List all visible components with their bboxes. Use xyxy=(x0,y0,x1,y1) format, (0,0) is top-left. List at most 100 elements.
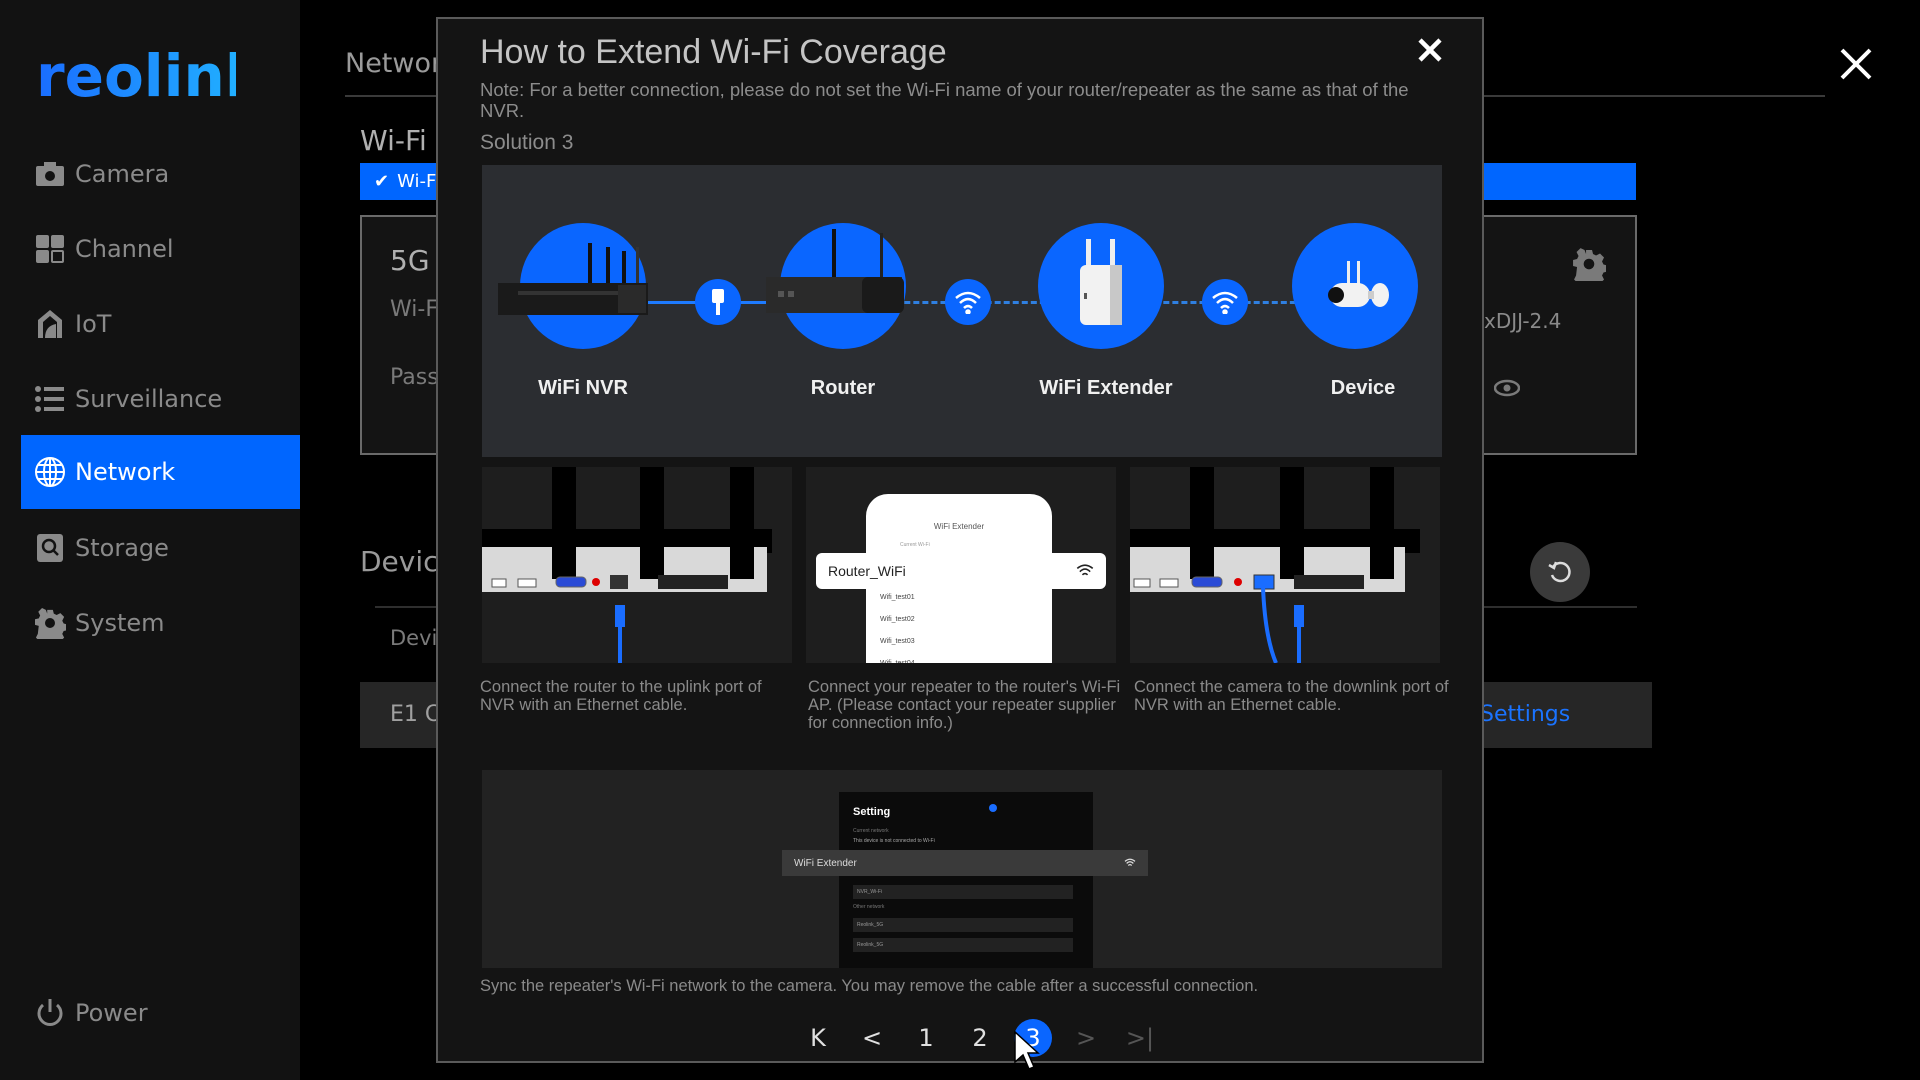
ethernet-icon xyxy=(712,289,724,315)
device-node xyxy=(1292,223,1418,349)
node-label: WiFi NVR xyxy=(538,377,628,399)
wifi-name-label: Wi-F xyxy=(390,297,438,322)
nvr-back-illustration xyxy=(1130,467,1420,663)
ethernet-connector xyxy=(695,279,741,325)
camera-device-icon xyxy=(1328,261,1389,307)
sidebar-item-surveillance[interactable]: Surveillance xyxy=(21,362,300,436)
router-icon xyxy=(766,229,904,313)
close-icon[interactable] xyxy=(1838,46,1874,82)
password-label: Pass xyxy=(390,365,439,390)
step-image-repeater: WiFi Extender Current Wi-Fi Wifi_test01 … xyxy=(806,467,1116,663)
close-icon[interactable] xyxy=(1415,35,1445,65)
mock-network: Wifi_test03 xyxy=(880,638,915,645)
step-image-downlink xyxy=(1130,467,1440,663)
settings-mock: Setting Current network This device is n… xyxy=(839,792,1093,968)
mock-title: Setting xyxy=(853,806,891,818)
power-label: Power xyxy=(75,999,148,1027)
modal-note: Note: For a better connection, please do… xyxy=(480,79,1409,121)
mock-status: This device is not connected to Wi-Fi xyxy=(853,838,935,844)
wifi-connector xyxy=(1202,279,1248,325)
device-column-header: Devi xyxy=(390,626,438,650)
sidebar-item-label: Camera xyxy=(75,160,170,188)
node-label: Device xyxy=(1330,377,1396,399)
iot-icon xyxy=(33,307,67,341)
sidebar-item-label: IoT xyxy=(75,310,112,338)
sidebar-item-storage[interactable]: Storage xyxy=(21,511,300,585)
topology-diagram: WiFi NVR Router WiFi Extender Device xyxy=(482,165,1442,457)
wifi-icon xyxy=(1076,564,1094,576)
sidebar: reolink Camera Channel IoT Surveillance … xyxy=(0,0,300,1080)
reolink-logo: reolink xyxy=(36,44,236,108)
sync-image: Setting Current network This device is n… xyxy=(482,770,1442,968)
storage-icon xyxy=(33,531,67,565)
prev-page-button[interactable]: < xyxy=(852,1019,892,1057)
sidebar-item-channel[interactable]: Channel xyxy=(21,212,300,286)
modal-title: How to Extend Wi-Fi Coverage xyxy=(480,33,947,71)
step-caption: Connect your repeater to the router's Wi… xyxy=(808,678,1121,732)
power-icon xyxy=(33,996,67,1030)
solution-label: Solution 3 xyxy=(480,131,574,154)
app-root: reolink Camera Channel IoT Surveillance … xyxy=(0,0,1920,1080)
mouse-cursor-icon xyxy=(1014,1030,1040,1070)
pagination: K < 1 2 3 > >| xyxy=(798,1019,1174,1057)
mock-network: Wifi_test04 xyxy=(880,660,915,663)
wifi-icon xyxy=(1212,291,1238,314)
step-image-uplink xyxy=(482,467,792,663)
gear-icon[interactable] xyxy=(1572,247,1606,281)
mock-highlight-label: WiFi Extender xyxy=(794,857,857,869)
svg-text:reolink: reolink xyxy=(36,44,236,108)
wifi-extender-node xyxy=(1038,223,1164,349)
power-button[interactable]: Power xyxy=(21,976,300,1050)
node-label: Router xyxy=(810,377,876,399)
wifi-section-title: Wi-Fi xyxy=(360,124,427,157)
wifi-nvr-node xyxy=(498,223,648,349)
node-label: WiFi Extender xyxy=(1039,377,1173,399)
last-page-button[interactable]: >| xyxy=(1120,1019,1160,1057)
channel-icon xyxy=(33,232,67,266)
mock-highlight-row: WiFi Extender xyxy=(782,850,1148,876)
device-section-title: Devic xyxy=(360,545,439,578)
sidebar-item-camera[interactable]: Camera xyxy=(21,137,300,211)
page-1-button[interactable]: 1 xyxy=(906,1019,946,1057)
mock-current-label: Current network xyxy=(853,828,889,834)
wifi-band: 5G xyxy=(390,244,430,277)
mock-network: Wifi_test02 xyxy=(880,616,915,623)
page-2-button[interactable]: 2 xyxy=(960,1019,1000,1057)
wifi-bar-label: Wi-Fi xyxy=(397,171,441,192)
check-icon: ✔ xyxy=(374,171,390,192)
step-caption: Connect the camera to the downlink port … xyxy=(1134,678,1449,714)
sidebar-item-label: Surveillance xyxy=(75,385,223,413)
sidebar-item-label: System xyxy=(75,609,165,637)
mock-current-label: Current Wi-Fi xyxy=(900,542,930,548)
list-icon xyxy=(33,382,67,416)
router-node xyxy=(766,223,906,349)
sidebar-item-label: Network xyxy=(75,458,176,486)
extender-icon xyxy=(1080,239,1122,325)
sidebar-item-label: Channel xyxy=(75,235,174,263)
device-settings-link[interactable]: Settings xyxy=(1480,702,1570,727)
mock-other-label: Other network xyxy=(853,904,885,910)
mock-selected-label: Router_WiFi xyxy=(828,563,906,579)
gear-icon xyxy=(33,606,67,640)
wifi-connector xyxy=(945,279,991,325)
sidebar-item-network[interactable]: Network xyxy=(21,435,300,509)
wifi-ssid: xDJJ-2.4 xyxy=(1484,309,1562,333)
mock-network: Reolink_5G xyxy=(853,918,1073,932)
mock-network: Reolink_5G xyxy=(853,938,1073,952)
help-modal: How to Extend Wi-Fi Coverage Note: For a… xyxy=(436,17,1484,1063)
first-page-button[interactable]: K xyxy=(798,1019,838,1057)
refresh-button[interactable] xyxy=(1530,542,1590,602)
camera-icon xyxy=(33,157,67,191)
wifi-icon xyxy=(1124,858,1136,866)
sidebar-item-label: Storage xyxy=(75,534,169,562)
sidebar-item-iot[interactable]: IoT xyxy=(21,287,300,361)
sidebar-item-system[interactable]: System xyxy=(21,586,300,660)
status-dot xyxy=(989,804,997,812)
eye-icon[interactable] xyxy=(1494,378,1520,398)
nvr-back-illustration xyxy=(482,467,772,663)
refresh-icon xyxy=(1548,561,1571,583)
next-page-button[interactable]: > xyxy=(1066,1019,1106,1057)
device-name: E1 C xyxy=(390,702,441,727)
mock-selected-network: Router_WiFi xyxy=(816,553,1106,589)
wifi-icon xyxy=(955,291,981,314)
